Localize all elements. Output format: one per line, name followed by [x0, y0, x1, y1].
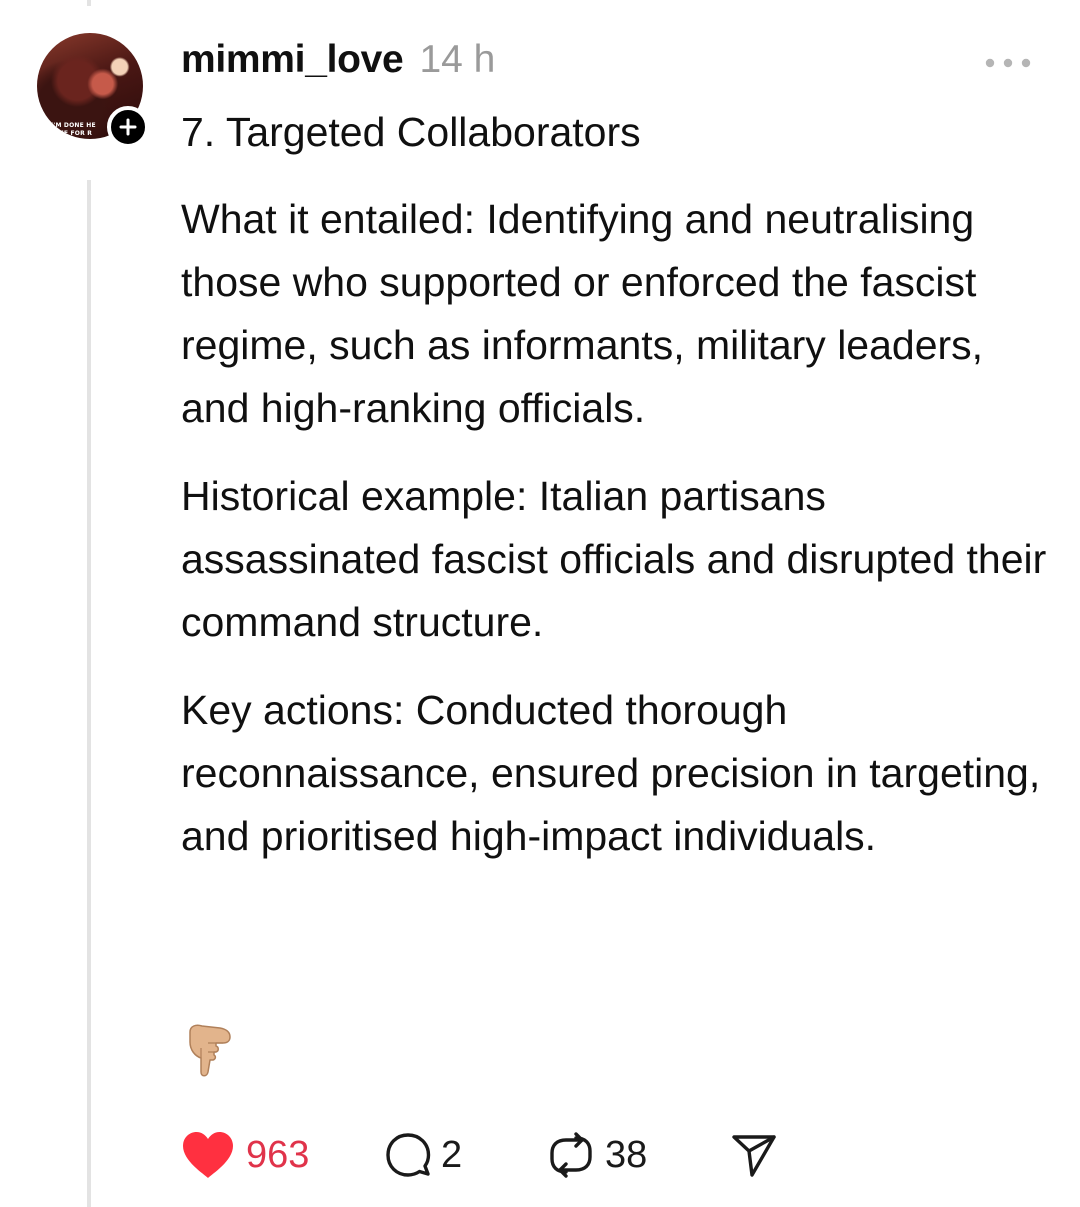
pointing-down-emoji	[189, 1024, 231, 1077]
post-body: What it entailed: Identifying and neutra…	[181, 188, 1061, 893]
reply-button[interactable]: 2	[385, 1127, 462, 1183]
timestamp[interactable]: 14 h	[419, 38, 495, 82]
repost-icon	[550, 1132, 592, 1178]
avatar-caption: I'M DONE HE TIME FOR R	[51, 122, 96, 137]
like-count: 963	[246, 1133, 310, 1176]
comment-bubble-icon	[386, 1133, 431, 1177]
reply-count: 2	[441, 1133, 463, 1176]
paragraph-historical-example: Historical example: Italian partisans as…	[181, 473, 1047, 645]
paragraph-what-it-entailed: What it entailed: Identifying and neutra…	[181, 196, 984, 431]
post-title: 7. Targeted Collaborators	[181, 109, 641, 155]
username[interactable]: mimmi_love	[181, 38, 404, 82]
thread-line	[87, 180, 91, 1207]
repost-count: 38	[605, 1133, 648, 1176]
plus-icon	[119, 118, 137, 136]
post-header: mimmi_love 14 h	[181, 38, 495, 88]
paragraph-key-actions: Key actions: Conducted thorough reconnai…	[181, 687, 1041, 859]
follow-button[interactable]	[107, 106, 149, 148]
heart-icon	[183, 1132, 233, 1178]
send-icon	[732, 1135, 776, 1177]
like-button[interactable]: 963	[180, 1127, 309, 1183]
more-horizontal-icon[interactable]	[983, 53, 1033, 73]
repost-button[interactable]: 38	[547, 1127, 647, 1183]
thread-line-top	[87, 0, 91, 6]
share-button[interactable]	[730, 1127, 778, 1183]
